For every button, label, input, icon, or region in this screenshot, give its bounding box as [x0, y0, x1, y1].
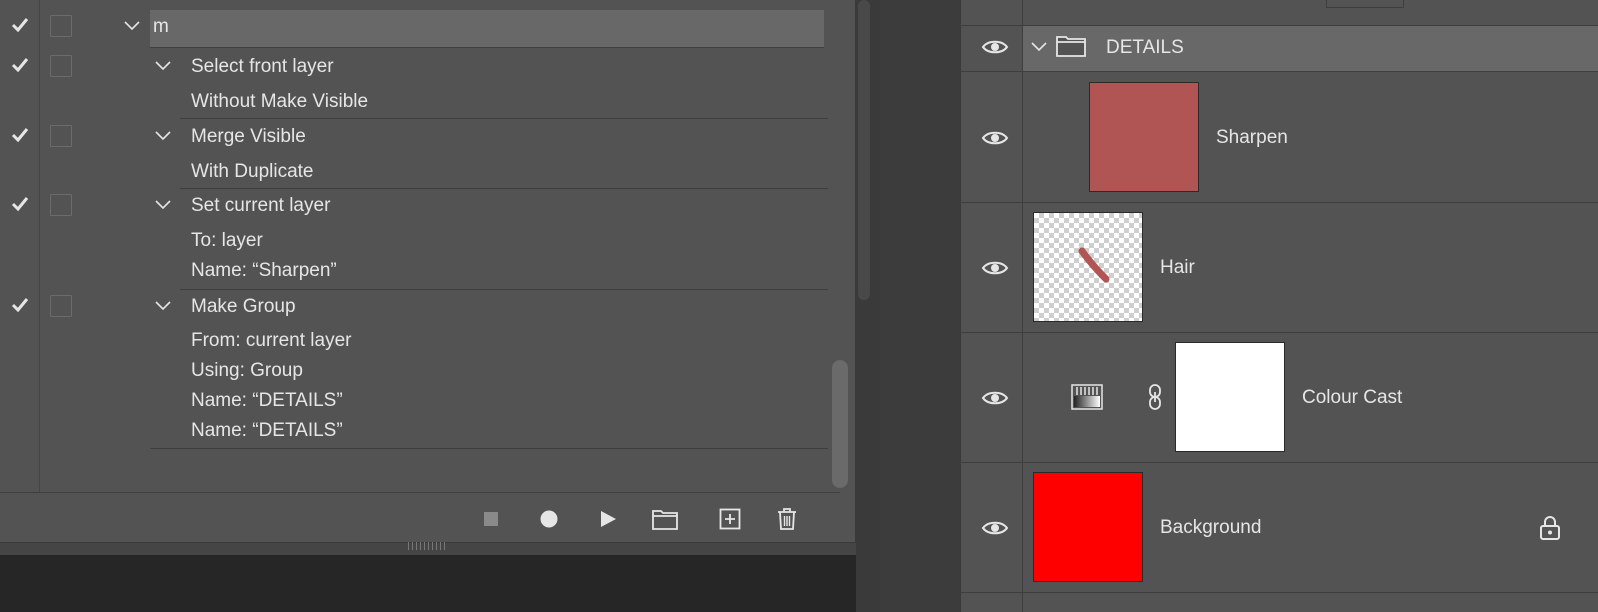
eye-icon[interactable] [981, 258, 1009, 278]
layer-name[interactable]: Sharpen [1216, 127, 1288, 149]
eye-icon[interactable] [981, 388, 1009, 408]
folder-icon [1056, 36, 1086, 57]
action-row-selected[interactable] [150, 10, 824, 48]
step-param: From: current layer [191, 330, 352, 351]
actions-panel-border [855, 0, 857, 554]
dialog-toggle-box[interactable] [50, 295, 72, 317]
eye-icon[interactable] [981, 37, 1009, 57]
layers-eye-column-divider [1022, 0, 1023, 612]
chevron-down-icon[interactable] [1031, 42, 1047, 52]
dialog-toggle-box[interactable] [50, 125, 72, 147]
layer-mask-thumbnail[interactable] [1175, 342, 1285, 452]
gradient-map-icon[interactable] [1071, 384, 1103, 410]
brush-stroke [1078, 247, 1110, 283]
new-set-button[interactable] [651, 505, 679, 533]
actions-panel [0, 0, 856, 554]
chevron-down-icon[interactable] [124, 21, 140, 31]
layer-separator [960, 332, 1598, 333]
check-icon[interactable] [10, 295, 30, 315]
check-icon[interactable] [10, 55, 30, 75]
lock-icon[interactable] [1539, 515, 1561, 541]
dialog-toggle-box[interactable] [50, 55, 72, 77]
step-param: Name: “DETAILS” [191, 390, 343, 411]
step-divider [180, 118, 828, 119]
step-divider [180, 289, 828, 290]
link-icon[interactable] [1147, 383, 1163, 411]
folder-icon [652, 510, 678, 530]
layer-separator [960, 592, 1598, 593]
resize-grip[interactable] [408, 542, 448, 550]
step-param: Name: “Sharpen” [191, 260, 337, 281]
layer-name[interactable]: Hair [1160, 257, 1195, 279]
chevron-down-icon[interactable] [155, 301, 171, 311]
panel-gap-inner [880, 0, 960, 612]
step-name[interactable]: Make Group [191, 296, 296, 318]
actions-scrollbar-thumb[interactable] [832, 360, 848, 488]
layer-name[interactable]: Background [1160, 517, 1261, 539]
dialog-toggle-box[interactable] [50, 15, 72, 37]
layer-name[interactable]: Colour Cast [1302, 387, 1402, 409]
group-name[interactable]: DETAILS [1106, 37, 1184, 59]
check-icon[interactable] [10, 125, 30, 145]
trash-icon [778, 508, 796, 530]
record-icon [540, 510, 558, 528]
layer-separator [960, 462, 1598, 463]
actions-column-divider [39, 0, 40, 492]
check-icon[interactable] [10, 15, 30, 35]
step-param: Without Make Visible [191, 91, 369, 112]
chevron-down-icon[interactable] [155, 61, 171, 71]
play-icon [601, 511, 616, 527]
opacity-field-edge[interactable] [1326, 0, 1404, 8]
step-param: Name: “DETAILS” [191, 420, 343, 441]
stop-icon [484, 512, 498, 526]
layer-separator [960, 25, 1598, 26]
step-divider [150, 448, 828, 449]
actions-list-bottom-border [0, 492, 840, 493]
layer-thumbnail[interactable] [1089, 82, 1199, 192]
check-icon[interactable] [10, 194, 30, 214]
layer-thumbnail[interactable] [1033, 212, 1143, 322]
delete-button[interactable] [773, 505, 801, 533]
chevron-down-icon[interactable] [155, 200, 171, 210]
step-name[interactable]: Merge Visible [191, 126, 306, 148]
layer-separator [960, 202, 1598, 203]
layer-separator [960, 71, 1598, 72]
step-name[interactable]: Select front layer [191, 56, 334, 78]
step-name[interactable]: Set current layer [191, 195, 330, 217]
layer-thumbnail[interactable] [1033, 472, 1143, 582]
action-name: m [153, 16, 169, 37]
new-action-button[interactable] [716, 505, 744, 533]
step-param: With Duplicate [191, 161, 314, 182]
new-action-icon [719, 508, 741, 530]
app-background [0, 554, 846, 612]
eye-icon[interactable] [981, 128, 1009, 148]
chevron-down-icon[interactable] [155, 131, 171, 141]
step-param: Using: Group [191, 360, 303, 381]
outer-scrollbar-thumb[interactable] [858, 0, 870, 300]
step-divider [180, 188, 828, 189]
stop-button[interactable] [477, 505, 505, 533]
record-button[interactable] [535, 505, 563, 533]
play-button[interactable] [594, 505, 622, 533]
eye-icon[interactable] [981, 518, 1009, 538]
dialog-toggle-box[interactable] [50, 194, 72, 216]
step-param: To: layer [191, 230, 263, 251]
